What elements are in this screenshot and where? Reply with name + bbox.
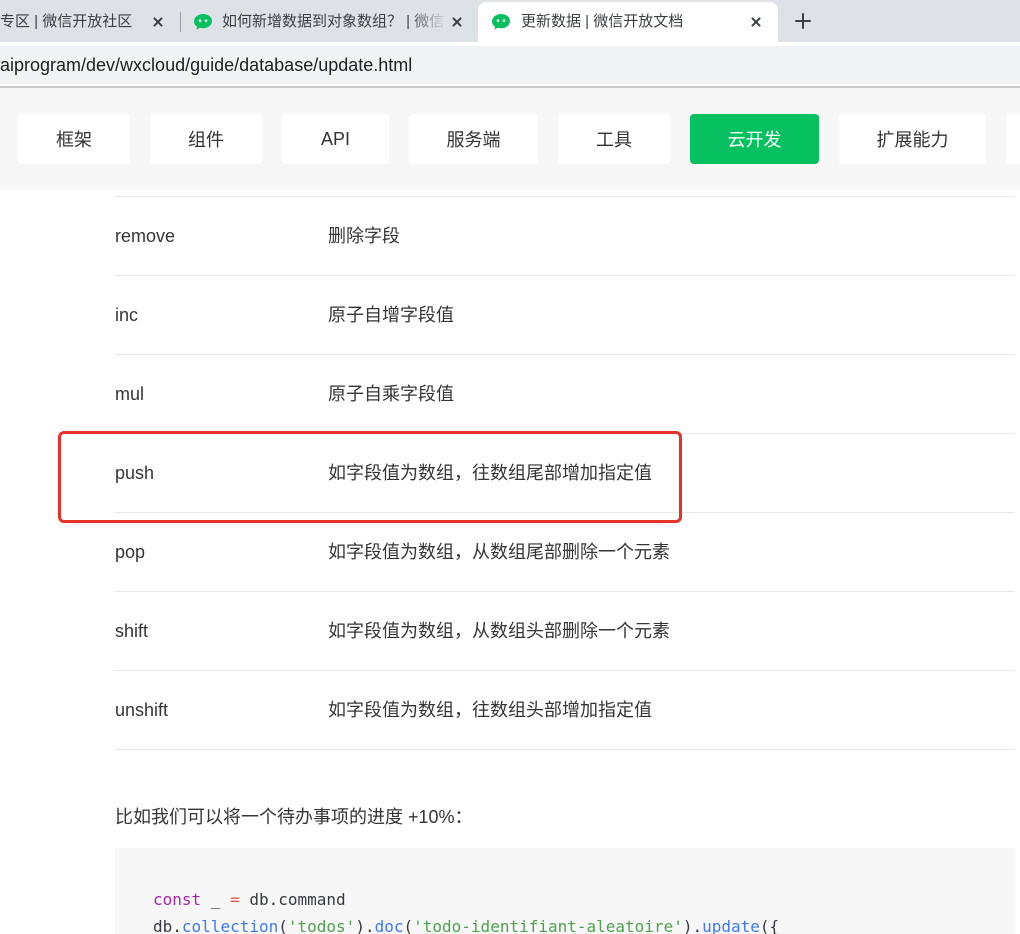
nav-item-label: 框架 bbox=[56, 130, 92, 150]
code-token-plain: db.command bbox=[239, 890, 346, 909]
code-token-plain: ). bbox=[355, 917, 375, 934]
browser-toolbar: aiprogram/dev/wxcloud/guide/database/upd… bbox=[0, 42, 1020, 86]
close-icon[interactable] bbox=[748, 14, 764, 30]
table-row: inc 原子自增字段值 bbox=[115, 276, 1015, 355]
wechat-icon bbox=[492, 14, 510, 30]
nav-item-extensions[interactable]: 扩展能力 bbox=[839, 114, 986, 164]
nav-item-api[interactable]: API bbox=[282, 114, 389, 164]
highlight-annotation-box bbox=[58, 431, 682, 523]
code-block: const _ = db.command db.collection('todos… bbox=[115, 848, 1015, 934]
table-row: mul 原子自乘字段值 bbox=[115, 355, 1015, 434]
code-token-plain: ( bbox=[403, 917, 414, 934]
operator-description: 删除字段 bbox=[328, 226, 400, 246]
nav-item-label: 云开发 bbox=[727, 130, 782, 150]
tab-title: 如何新增数据到对象数组？ | 微信 bbox=[222, 13, 445, 30]
nav-item-cloud-dev[interactable]: 云开发 bbox=[690, 114, 819, 164]
table-row: remove 删除字段 bbox=[115, 197, 1015, 276]
table-row: pop 如字段值为数组，从数组尾部删除一个元素 bbox=[115, 513, 1015, 592]
code-token-function: doc bbox=[374, 917, 404, 934]
tab-update-data-docs[interactable]: 更新数据 | 微信开放文档 bbox=[478, 2, 778, 42]
nav-item-label: API bbox=[320, 128, 350, 149]
code-token-function: collection bbox=[181, 917, 279, 934]
code-token-plain: ( bbox=[278, 917, 288, 934]
example-paragraph: 比如我们可以将一个待办事项的进度 +10%： bbox=[115, 807, 473, 827]
code-token-plain: ). bbox=[682, 917, 703, 934]
operator-name: pop bbox=[115, 542, 146, 562]
browser-window: 专区 | 微信开放社区 如何新增数据到对象数组？ | 微信 更新数据 | 微信开… bbox=[0, 0, 1020, 934]
code-token-function: update bbox=[702, 917, 760, 934]
docs-top-nav: 框架 组件 API 服务端 工具 云开发 扩展能力 bbox=[0, 88, 1020, 190]
tab-question[interactable]: 如何新增数据到对象数组？ | 微信 bbox=[181, 2, 477, 42]
nav-item-tools[interactable]: 工具 bbox=[558, 114, 670, 164]
operator-name: shift bbox=[115, 621, 149, 641]
operator-description: 如字段值为数组，往数组头部增加指定值 bbox=[328, 700, 652, 720]
code-block-content: const _ = db.command db.collection('todos… bbox=[153, 886, 779, 934]
nav-item-label: 扩展能力 bbox=[876, 130, 949, 150]
operator-name: inc bbox=[115, 305, 139, 325]
tab-title: 专区 | 微信开放社区 bbox=[0, 13, 133, 30]
table-row: unshift 如字段值为数组，往数组头部增加指定值 bbox=[115, 671, 1015, 750]
operator-description: 如字段值为数组，从数组尾部删除一个元素 bbox=[328, 542, 670, 562]
code-line: const _ = db.command bbox=[153, 886, 779, 913]
operator-name: unshift bbox=[115, 700, 169, 720]
operator-name: mul bbox=[115, 384, 145, 404]
tab-strip: 专区 | 微信开放社区 如何新增数据到对象数组？ | 微信 更新数据 | 微信开… bbox=[0, 0, 1020, 42]
nav-item-components[interactable]: 组件 bbox=[150, 114, 262, 164]
tab-title: 更新数据 | 微信开放文档 bbox=[521, 13, 684, 30]
nav-item-label: 服务端 bbox=[446, 130, 501, 150]
nav-item-framework[interactable]: 框架 bbox=[18, 114, 130, 164]
operator-description: 原子自乘字段值 bbox=[328, 384, 454, 404]
nav-item-overflow[interactable] bbox=[1006, 114, 1020, 164]
operator-description: 如字段值为数组，从数组头部删除一个元素 bbox=[328, 621, 670, 641]
code-token-keyword: const bbox=[153, 890, 202, 909]
code-line: db.collection('todos').doc('todo-identif… bbox=[153, 913, 779, 934]
operator-name: remove bbox=[115, 226, 176, 246]
plus-icon[interactable] bbox=[795, 13, 811, 29]
nav-item-label: 工具 bbox=[596, 130, 632, 150]
address-bar[interactable]: aiprogram/dev/wxcloud/guide/database/upd… bbox=[0, 46, 1020, 84]
address-url: aiprogram/dev/wxcloud/guide/database/upd… bbox=[0, 55, 413, 75]
close-icon[interactable] bbox=[150, 14, 166, 30]
code-token-plain: _ bbox=[201, 890, 231, 909]
tab-wechat-community[interactable]: 专区 | 微信开放社区 bbox=[0, 2, 176, 42]
nav-item-label: 组件 bbox=[188, 130, 224, 150]
nav-item-server[interactable]: 服务端 bbox=[409, 114, 538, 164]
table-row: shift 如字段值为数组，从数组头部删除一个元素 bbox=[115, 592, 1015, 671]
code-token-string: 'todos' bbox=[287, 917, 356, 934]
code-token-plain: ({ bbox=[759, 917, 780, 934]
close-icon[interactable] bbox=[449, 14, 465, 30]
code-token-string: 'todo-identifiant-aleatoire' bbox=[413, 917, 683, 934]
code-token-operator: = bbox=[230, 890, 240, 909]
operator-description: 原子自增字段值 bbox=[328, 305, 454, 325]
code-token-plain: db. bbox=[153, 917, 182, 934]
wechat-icon bbox=[194, 14, 212, 30]
